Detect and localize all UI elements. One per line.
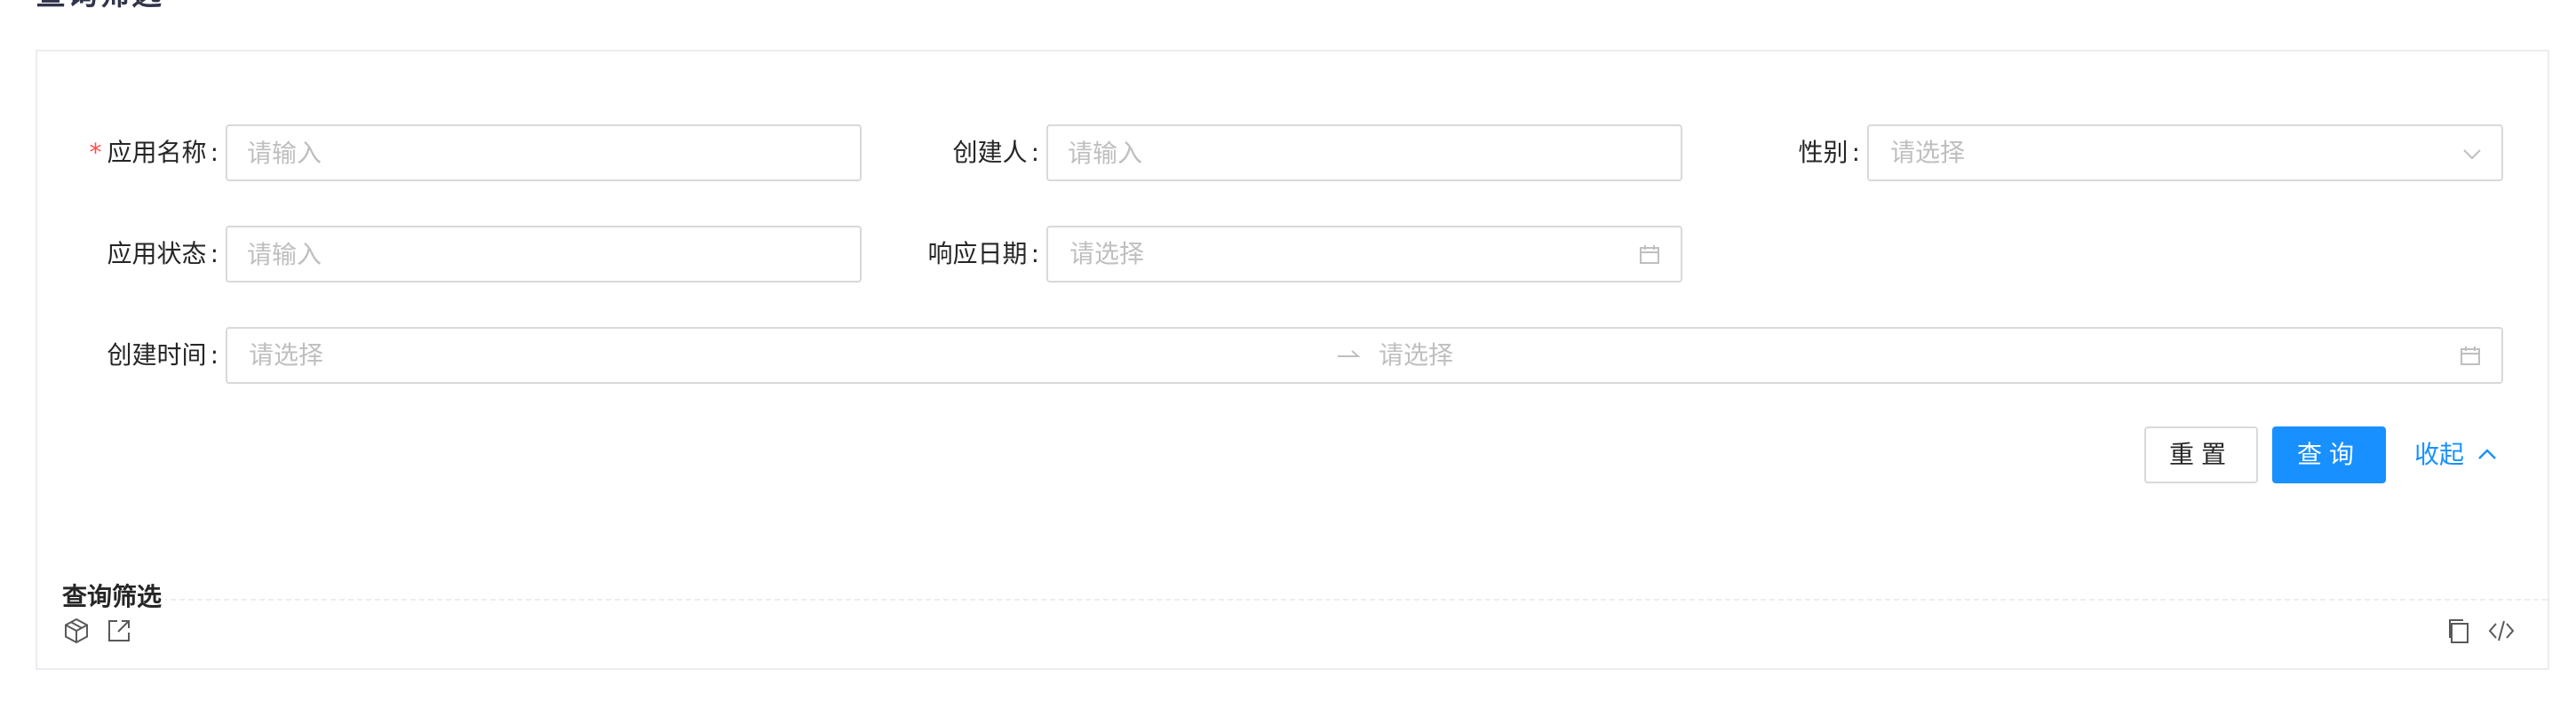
- page-title: 查询筛选: [36, 0, 163, 13]
- label-colon: :: [210, 340, 219, 370]
- creator-input[interactable]: [1048, 126, 1681, 179]
- query-button[interactable]: 查询: [2272, 426, 2386, 483]
- creator-label: 创建人:: [890, 124, 1046, 181]
- external-link-icon[interactable]: [105, 617, 133, 645]
- app-status-label-text: 应用状态: [107, 239, 207, 268]
- app-name-label: * 应用名称:: [37, 124, 226, 181]
- app-name-label-text: 应用名称: [107, 138, 207, 167]
- label-colon: :: [210, 239, 219, 268]
- codesandbox-icon[interactable]: [62, 617, 91, 645]
- app-name-input-wrapper: [226, 124, 862, 181]
- gender-label-text: 性别: [1798, 138, 1849, 167]
- collapse-toggle[interactable]: 收起: [2414, 426, 2498, 483]
- chevron-down-icon: [2463, 149, 2481, 160]
- create-time-end-placeholder[interactable]: 请选择: [1379, 329, 1453, 382]
- demo-title: 查询筛选: [62, 578, 166, 613]
- response-date-label-text: 响应日期: [927, 239, 1028, 268]
- app-name-input[interactable]: [227, 126, 860, 179]
- create-time-label-text: 创建时间: [107, 340, 207, 370]
- label-colon: :: [1851, 138, 1860, 167]
- creator-input-wrapper: [1046, 124, 1682, 181]
- creator-label-text: 创建人: [952, 138, 1028, 167]
- code-icon[interactable]: [2487, 617, 2516, 645]
- response-date-label: 响应日期:: [890, 226, 1046, 283]
- reset-button[interactable]: 重置: [2144, 426, 2258, 483]
- collapse-label: 收起: [2414, 440, 2465, 469]
- calendar-icon: [1640, 245, 1659, 264]
- response-date-placeholder: 请选择: [1069, 239, 1145, 268]
- app-status-input[interactable]: [227, 227, 860, 281]
- label-colon: :: [1030, 239, 1039, 268]
- create-time-label: 创建时间:: [37, 327, 226, 384]
- copy-icon[interactable]: [2445, 617, 2473, 645]
- required-mark: *: [89, 138, 102, 167]
- chevron-up-icon: [2478, 449, 2496, 459]
- label-colon: :: [210, 138, 219, 167]
- arrow-right-icon: [1338, 350, 1361, 357]
- create-time-range-picker[interactable]: 请选择 请选择: [226, 327, 2503, 384]
- query-filter-card: *应用名称: 创建人: 性别: 请选择 应用状态: 响应日期: 请选择: [36, 50, 2549, 670]
- calendar-icon: [2461, 347, 2480, 365]
- app-status-label: 应用状态:: [37, 226, 226, 283]
- gender-label: 性别:: [1725, 124, 1867, 181]
- label-colon: :: [1030, 138, 1039, 167]
- response-date-picker[interactable]: 请选择: [1046, 226, 1682, 283]
- gender-select[interactable]: 请选择: [1867, 124, 2503, 181]
- app-status-input-wrapper: [226, 226, 862, 283]
- create-time-start-placeholder[interactable]: 请选择: [249, 329, 323, 382]
- gender-placeholder: 请选择: [1890, 138, 1966, 167]
- demo-divider: [73, 599, 2548, 601]
